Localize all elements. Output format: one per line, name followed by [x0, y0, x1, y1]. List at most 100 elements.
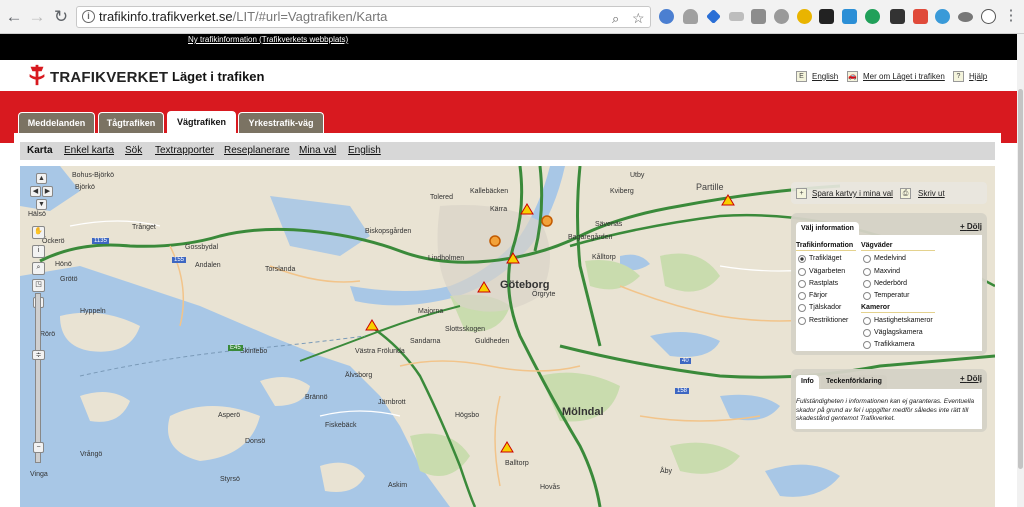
extension-icon[interactable]: [981, 9, 996, 24]
subnav-mina-val[interactable]: Mina val: [299, 145, 336, 157]
reload-icon[interactable]: ↻: [51, 7, 71, 27]
map-label: Hälsö: [28, 211, 46, 218]
map-label: Donsö: [245, 438, 266, 445]
option-trafikkamera[interactable]: Trafikkamera: [863, 340, 915, 349]
extension-icon[interactable]: [865, 9, 880, 24]
map-label: Kålltorp: [592, 254, 616, 261]
extension-icon[interactable]: [935, 9, 950, 24]
english-link[interactable]: English: [812, 72, 838, 82]
map-label: Biskopsgården: [365, 228, 412, 235]
zoom-slider[interactable]: [35, 293, 41, 463]
tab-teckenforklaring[interactable]: Teckenförklaring: [821, 375, 887, 389]
help-link[interactable]: Hjälp: [969, 72, 987, 82]
map-label-goteborg: Göteborg: [500, 279, 550, 291]
disclaimer-text: Fullständigheten i informationen kan ej …: [796, 398, 975, 422]
option-maxvind[interactable]: Maxvind: [863, 267, 900, 276]
tab-valj-information[interactable]: Välj information: [796, 222, 859, 236]
address-bar[interactable]: i trafikinfo.trafikverket.se/LIT/#url=Va…: [76, 6, 651, 28]
zoom-slider-handle[interactable]: ≑: [32, 350, 45, 360]
banner-link[interactable]: Ny trafikinformation (Trafikverkets webb…: [188, 34, 348, 46]
map-label: Brännö: [305, 394, 328, 401]
save-view-link[interactable]: Spara kartvy i mina val: [812, 189, 893, 198]
extension-icon[interactable]: [751, 9, 766, 24]
option-vaglagskamera[interactable]: Väglagskamera: [863, 328, 923, 337]
map-label: Andalen: [195, 262, 221, 269]
option-restriktioner[interactable]: Restriktioner: [798, 316, 848, 325]
map-label: Vrångö: [80, 451, 103, 458]
map-label: Tolered: [430, 194, 453, 201]
hide-legend-panel-link[interactable]: + Dölj: [960, 374, 982, 383]
pan-right-icon[interactable]: ▶: [42, 186, 53, 197]
zoom-icon[interactable]: ⌕: [612, 9, 619, 27]
option-farjor[interactable]: Färjor: [798, 291, 827, 300]
tab-yrkestrafik[interactable]: Yrkestrafik-väg: [238, 112, 324, 133]
map-label: Västra Frölunda: [355, 348, 405, 355]
map-label: Asperö: [218, 412, 241, 419]
site-info-icon[interactable]: i: [82, 10, 95, 23]
option-trafiklaget[interactable]: Trafikläget: [798, 254, 841, 263]
extension-icon[interactable]: [774, 9, 789, 24]
map-label: Hyppeln: [80, 308, 106, 315]
extension-icon[interactable]: [819, 9, 834, 24]
pan-left-icon[interactable]: ◀: [30, 186, 41, 197]
map-label: Torslanda: [265, 266, 296, 273]
extension-icon[interactable]: [913, 9, 928, 24]
subnav-reseplanerare[interactable]: Reseplanerare: [224, 145, 290, 157]
option-medelvind[interactable]: Medelvind: [863, 254, 906, 263]
option-rastplats[interactable]: Rastplats: [798, 279, 838, 288]
back-icon[interactable]: ←: [4, 7, 24, 27]
traffic-heading: Trafikinformation: [796, 242, 856, 251]
incident-marker: [489, 235, 501, 247]
zoom-box-icon[interactable]: ⌕: [32, 262, 45, 275]
top-banner: [0, 34, 1018, 60]
browser-toolbar: ← → ↻ i trafikinfo.trafikverket.se/LIT/#…: [0, 0, 1024, 34]
subnav-textrapporter[interactable]: Textrapporter: [155, 145, 214, 157]
tab-tagtrafiken[interactable]: Tågtrafiken: [98, 112, 164, 133]
pan-up-icon[interactable]: ▲: [36, 173, 47, 184]
subnav-english[interactable]: English: [348, 145, 381, 157]
extension-icon[interactable]: [958, 12, 973, 22]
tab-info[interactable]: Info: [796, 375, 819, 389]
map-label: Björkö: [75, 184, 95, 191]
menu-icon[interactable]: ⋮: [1001, 6, 1021, 26]
zoom-out-icon[interactable]: −: [33, 442, 44, 453]
tab-vagtrafiken[interactable]: Vägtrafiken: [167, 111, 236, 134]
info-tool-icon[interactable]: i: [32, 245, 45, 258]
url-path: /LIT/#url=Vagtrafiken/Karta: [232, 9, 388, 24]
tab-meddelanden[interactable]: Meddelanden: [18, 112, 95, 133]
subnav-karta[interactable]: Karta: [27, 145, 53, 157]
incident-marker: [541, 215, 553, 227]
more-info-link[interactable]: Mer om Läget i trafiken: [863, 72, 945, 82]
forward-icon[interactable]: →: [27, 7, 47, 27]
bookmark-star-icon[interactable]: ☆: [632, 8, 645, 27]
extension-icon[interactable]: [659, 9, 674, 24]
pan-down-icon[interactable]: ▼: [36, 199, 47, 210]
map-label: Bohus-Björkö: [72, 172, 115, 179]
option-tjalskador[interactable]: Tjälskador: [798, 303, 841, 312]
map-label: Öckerö: [42, 238, 65, 245]
save-view-icon: +: [796, 188, 807, 199]
extension-icon[interactable]: [842, 9, 857, 24]
option-vagarbeten[interactable]: Vägarbeten: [798, 267, 845, 276]
subnav-enkel-karta[interactable]: Enkel karta: [64, 145, 114, 157]
option-hastighetskameror[interactable]: Hastighetskameror: [863, 316, 933, 325]
hide-info-panel-link[interactable]: + Dölj: [960, 222, 982, 231]
option-temperatur[interactable]: Temperatur: [863, 291, 909, 300]
camera-heading: Kameror: [861, 304, 935, 313]
option-nederbord[interactable]: Nederbörd: [863, 279, 907, 288]
measure-icon[interactable]: ◳: [32, 279, 45, 292]
map-label: Lindholmen: [428, 255, 465, 262]
extension-icon[interactable]: [797, 9, 812, 24]
extension-icon[interactable]: [683, 9, 698, 24]
print-link[interactable]: Skriv ut: [918, 189, 945, 198]
map-label: Kviberg: [610, 188, 634, 195]
hand-tool-icon[interactable]: ✋: [32, 226, 45, 239]
extension-icon[interactable]: [706, 9, 721, 24]
map-label: Kärra: [490, 206, 508, 213]
page-scrollbar[interactable]: [1017, 34, 1024, 507]
subnav-sok[interactable]: Sök: [125, 145, 142, 157]
extension-icon[interactable]: [729, 12, 744, 21]
scrollbar-thumb[interactable]: [1018, 89, 1023, 469]
extension-icon[interactable]: [890, 9, 905, 24]
map-label: Fiskebäck: [325, 422, 357, 429]
